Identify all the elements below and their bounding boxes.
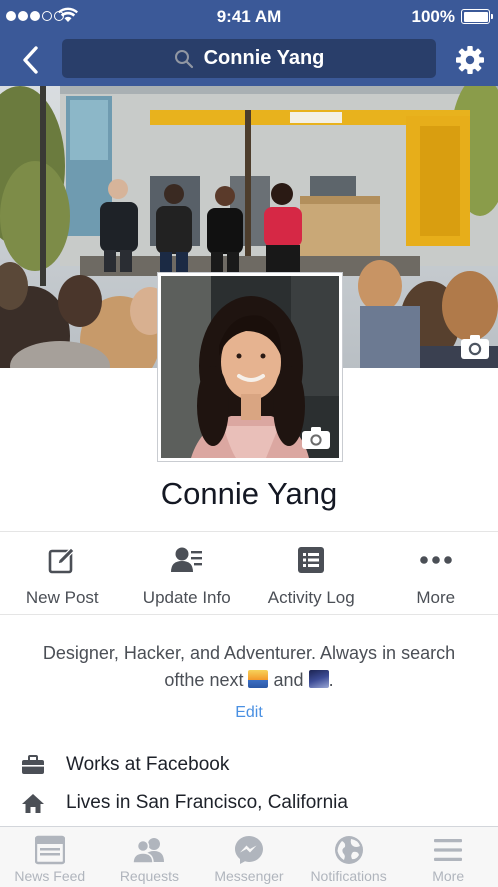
camera-icon[interactable] [460, 334, 490, 360]
profile-actions: New Post Update Info Activity Log More [0, 532, 498, 614]
bio-text-a: ofthe next [164, 670, 244, 690]
gear-icon [456, 46, 484, 74]
tab-more[interactable]: More [398, 827, 498, 887]
back-button[interactable] [14, 44, 46, 76]
battery-icon [461, 9, 493, 24]
search-query: Connie Yang [203, 47, 325, 69]
news-feed-icon [34, 835, 65, 865]
work-info-row[interactable]: Works at Facebook [22, 754, 229, 776]
search-icon [174, 49, 193, 68]
new-post-button[interactable]: New Post [0, 532, 125, 614]
bio-text-c: . [328, 670, 334, 690]
messenger-icon [234, 836, 263, 864]
work-info-text: Works at Facebook [66, 754, 230, 775]
update-info-button[interactable]: Update Info [125, 532, 250, 614]
home-icon [22, 794, 44, 813]
chevron-left-icon [23, 46, 38, 74]
bio-text-b: and [273, 670, 304, 690]
activity-log-label: Activity Log [267, 588, 355, 607]
tab-messenger-label: Messenger [214, 868, 284, 884]
edit-bio-link[interactable]: Edit [0, 704, 498, 722]
update-info-label: Update Info [142, 588, 231, 607]
sunrise-emoji-icon [248, 670, 269, 688]
more-button[interactable]: More [374, 532, 498, 614]
new-post-label: New Post [25, 588, 99, 607]
tab-more-label: More [432, 868, 465, 884]
battery-percentage: 100% [411, 7, 455, 26]
more-label: More [416, 588, 456, 607]
nav-bar: Connie Yang [0, 34, 498, 86]
requests-icon [133, 838, 165, 864]
profile-name: Connie Yang [160, 476, 338, 511]
profile-picture[interactable] [157, 272, 343, 462]
location-info-row[interactable]: Lives in San Francisco, California [22, 792, 348, 814]
more-dots-icon [419, 556, 452, 564]
tab-notifications[interactable]: Notifications [299, 827, 399, 887]
tab-messenger[interactable]: Messenger [199, 827, 299, 887]
tab-news-feed-label: News Feed [14, 868, 86, 884]
tab-notifications-label: Notifications [310, 868, 387, 884]
camera-icon[interactable] [301, 426, 331, 450]
tab-bar: News Feed Requests Messenger Notificatio… [0, 826, 498, 887]
bio-line-2: ofthe next and . [20, 667, 478, 694]
tab-requests-label: Requests [119, 868, 179, 884]
update-info-icon [170, 547, 202, 572]
divider [0, 614, 498, 615]
globe-icon [334, 836, 363, 864]
menu-icon [434, 839, 463, 861]
activity-log-icon [298, 547, 325, 573]
night-sky-emoji-icon [308, 670, 329, 688]
compose-icon [48, 547, 76, 574]
settings-button[interactable] [452, 42, 488, 78]
status-bar: 9:41 AM 100% [0, 0, 498, 34]
location-info-text: Lives in San Francisco, California [66, 792, 348, 813]
bio-line-1: Designer, Hacker, and Adventurer. Always… [42, 643, 456, 663]
tab-news-feed[interactable]: News Feed [0, 827, 100, 887]
bio: Designer, Hacker, and Adventurer. Always… [20, 640, 478, 694]
briefcase-icon [22, 755, 44, 774]
search-bar[interactable]: Connie Yang [62, 39, 436, 78]
tab-requests[interactable]: Requests [100, 827, 200, 887]
activity-log-button[interactable]: Activity Log [249, 532, 374, 614]
